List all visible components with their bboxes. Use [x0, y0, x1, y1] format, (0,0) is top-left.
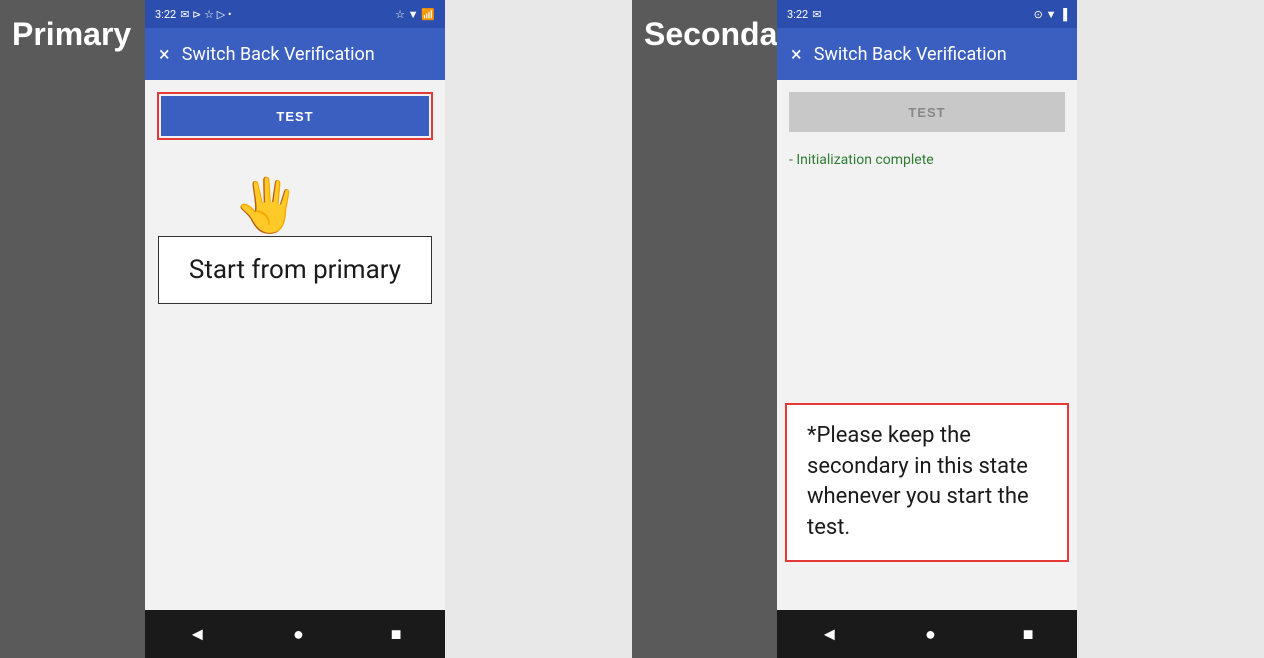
primary-nav-bar: ◄ ● ■ — [145, 610, 445, 658]
secondary-status-icons: ✉ — [812, 8, 821, 21]
secondary-status-right: ⊙ ▼ ▐ — [1034, 8, 1067, 21]
secondary-nav-bar: ◄ ● ■ — [777, 610, 1077, 658]
primary-close-icon[interactable]: × — [159, 42, 170, 66]
cursor-hand-icon: 🖐 — [235, 175, 300, 236]
secondary-content: TEST - Initialization complete *Please k… — [777, 80, 1077, 610]
secondary-home-icon[interactable]: ● — [925, 624, 936, 645]
primary-status-left: 3:22 ✉ ⊳ ☆ ▷ • — [155, 8, 232, 21]
primary-status-right: ☆ ▼ 📶 — [395, 8, 435, 21]
note-text: *Please keep the secondary in this state… — [807, 423, 1029, 540]
primary-phone: 3:22 ✉ ⊳ ☆ ▷ • ☆ ▼ 📶 × Switch Back Verif… — [145, 0, 445, 658]
primary-status-bar: 3:22 ✉ ⊳ ☆ ▷ • ☆ ▼ 📶 — [145, 0, 445, 28]
secondary-app-bar-title: Switch Back Verification — [814, 44, 1007, 65]
primary-home-icon[interactable]: ● — [293, 624, 304, 645]
secondary-app-bar: × Switch Back Verification — [777, 28, 1077, 80]
secondary-phone: 3:22 ✉ ⊙ ▼ ▐ × Switch Back Verification … — [777, 0, 1077, 658]
secondary-status-left: 3:22 ✉ — [787, 8, 821, 21]
secondary-status-bar: 3:22 ✉ ⊙ ▼ ▐ — [777, 0, 1077, 28]
note-box: *Please keep the secondary in this state… — [785, 403, 1069, 562]
primary-status-icons: ✉ ⊳ ☆ ▷ • — [180, 8, 231, 21]
primary-time: 3:22 — [155, 8, 176, 21]
primary-back-icon[interactable]: ◄ — [188, 624, 206, 645]
primary-app-bar: × Switch Back Verification — [145, 28, 445, 80]
secondary-panel: Secondary 3:22 ✉ ⊙ ▼ ▐ × Switch Back Ver… — [632, 0, 1264, 658]
secondary-test-button: TEST — [789, 92, 1065, 132]
primary-signal-icon: ☆ ▼ 📶 — [395, 8, 435, 21]
start-from-primary-text: Start from primary — [158, 236, 432, 304]
primary-content: TEST 🖐 Start from primary — [145, 80, 445, 610]
secondary-init-text: - Initialization complete — [789, 152, 934, 168]
secondary-close-icon[interactable]: × — [791, 42, 802, 66]
secondary-signal-icon: ⊙ ▼ ▐ — [1034, 8, 1067, 21]
secondary-time: 3:22 — [787, 8, 808, 21]
secondary-label-area: Secondary — [632, 0, 777, 658]
secondary-spacer — [1077, 0, 1264, 658]
primary-test-button[interactable]: TEST — [161, 96, 429, 136]
primary-test-btn-wrapper: TEST — [157, 92, 433, 140]
primary-app-bar-title: Switch Back Verification — [182, 44, 375, 65]
primary-spacer — [445, 0, 632, 658]
secondary-recent-icon[interactable]: ■ — [1023, 624, 1034, 645]
primary-label-area: Primary — [0, 0, 145, 658]
secondary-back-icon[interactable]: ◄ — [820, 624, 838, 645]
primary-label: Primary — [12, 16, 131, 53]
primary-panel: Primary 3:22 ✉ ⊳ ☆ ▷ • ☆ ▼ 📶 × Switch Ba… — [0, 0, 632, 658]
primary-recent-icon[interactable]: ■ — [391, 624, 402, 645]
